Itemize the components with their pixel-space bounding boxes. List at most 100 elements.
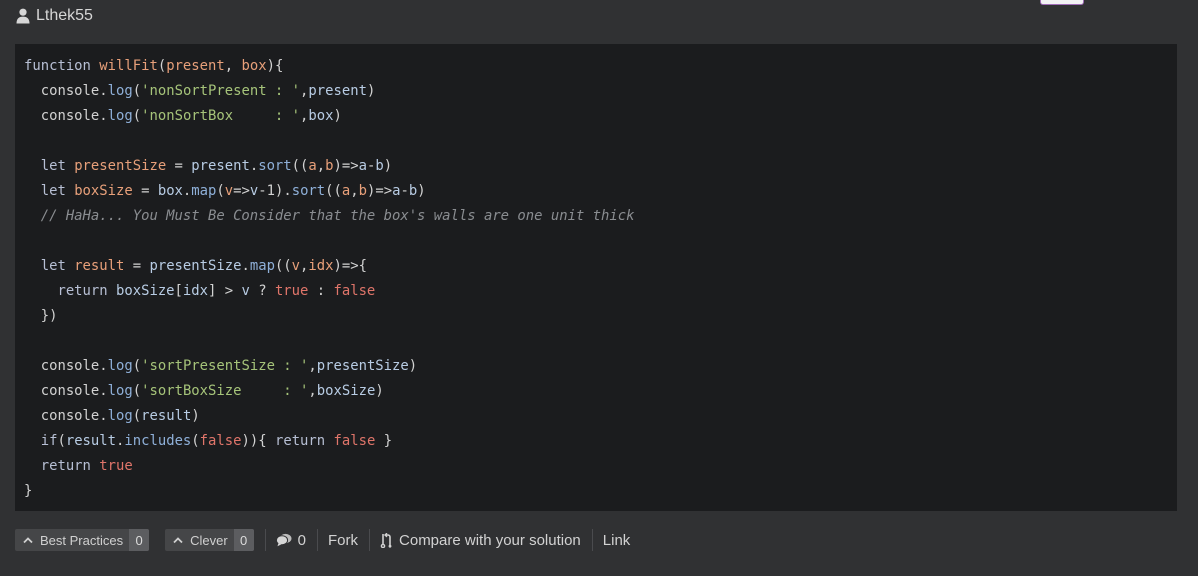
code-token: ) bbox=[191, 408, 200, 424]
code-token: b bbox=[408, 183, 418, 199]
code-token: false bbox=[333, 283, 376, 299]
code-line: } bbox=[24, 479, 1177, 504]
compare-button[interactable]: Compare with your solution bbox=[380, 532, 581, 549]
code-token: v bbox=[291, 258, 301, 274]
code-token: ( bbox=[57, 433, 66, 449]
code-token: - bbox=[400, 183, 409, 199]
code-token: . bbox=[241, 258, 250, 274]
code-token: , bbox=[308, 383, 317, 399]
code-token: }) bbox=[24, 308, 58, 324]
code-token: idx bbox=[182, 283, 209, 299]
code-token: -1). bbox=[258, 183, 292, 199]
code-token: console bbox=[24, 108, 100, 124]
code-token: . bbox=[99, 383, 108, 399]
code-token: )=> bbox=[333, 158, 359, 174]
code-token: = bbox=[132, 183, 158, 199]
code-token: 'nonSortPresent : ' bbox=[141, 83, 301, 99]
best-practices-label: Best Practices bbox=[40, 532, 124, 548]
code-token: boxSize bbox=[116, 283, 175, 299]
clever-label: Clever bbox=[190, 532, 228, 548]
code-token: ? bbox=[249, 283, 275, 299]
code-token: , bbox=[224, 58, 242, 74]
code-token: log bbox=[107, 408, 133, 424]
code-block: function willFit(present, box){ console.… bbox=[15, 44, 1177, 511]
code-token: present bbox=[191, 158, 250, 174]
code-token: presentSize bbox=[74, 158, 167, 174]
code-token: console bbox=[24, 83, 100, 99]
code-token: boxSize bbox=[74, 183, 133, 199]
code-token: } bbox=[375, 433, 393, 449]
code-token: log bbox=[107, 383, 133, 399]
code-token: ) bbox=[375, 383, 384, 399]
code-token: result bbox=[141, 408, 192, 424]
code-token: ( bbox=[157, 58, 167, 74]
clever-button[interactable]: Clever 0 bbox=[165, 529, 254, 551]
code-token: . bbox=[99, 408, 108, 424]
divider bbox=[264, 529, 266, 551]
code-token: ( bbox=[132, 383, 142, 399]
code-token: log bbox=[107, 108, 133, 124]
code-line: let result = presentSize.map((v,idx)=>{ bbox=[24, 254, 1177, 279]
code-token: 'sortBoxSize : ' bbox=[141, 383, 309, 399]
code-line: console.log('sortBoxSize : ',boxSize) bbox=[24, 379, 1177, 404]
code-token: function bbox=[24, 58, 100, 74]
author-username[interactable]: Lthek55 bbox=[36, 7, 93, 25]
code-token: )) bbox=[241, 433, 259, 449]
comments-count: 0 bbox=[297, 531, 307, 549]
code-token: . bbox=[249, 158, 259, 174]
code-token: let bbox=[24, 158, 75, 174]
code-token: )=> bbox=[367, 183, 393, 199]
code-line: return boxSize[idx] > v ? true : false bbox=[24, 279, 1177, 304]
code-token: ) bbox=[383, 158, 393, 174]
chevron-up-icon bbox=[23, 537, 33, 544]
link-button[interactable]: Link bbox=[603, 532, 631, 549]
code-token: ( bbox=[132, 358, 142, 374]
code-token: ( bbox=[216, 183, 225, 199]
compare-icon bbox=[380, 532, 392, 548]
code-token: , bbox=[308, 358, 317, 374]
code-token: map bbox=[249, 258, 275, 274]
code-token: a bbox=[308, 158, 317, 174]
code-token: false bbox=[333, 433, 376, 449]
code-token: ) bbox=[366, 83, 376, 99]
code-token: true bbox=[99, 458, 133, 474]
corner-tab[interactable] bbox=[1040, 0, 1084, 5]
code-token: sort bbox=[258, 158, 292, 174]
code-token: 'sortPresentSize : ' bbox=[141, 358, 309, 374]
code-token: ){ bbox=[266, 58, 284, 74]
code-token: let bbox=[24, 183, 75, 199]
chevron-up-icon bbox=[173, 537, 183, 544]
code-token: . bbox=[99, 108, 108, 124]
fork-button[interactable]: Fork bbox=[328, 532, 358, 549]
code-token: box bbox=[157, 183, 183, 199]
code-token: ( bbox=[132, 83, 142, 99]
code-token: [ bbox=[174, 283, 183, 299]
code-line: return true bbox=[24, 454, 1177, 479]
code-token: . bbox=[99, 83, 108, 99]
code-token: = bbox=[166, 158, 192, 174]
code-token: b bbox=[325, 158, 334, 174]
code-token: log bbox=[107, 358, 133, 374]
code-token: presentSize bbox=[316, 358, 409, 374]
code-token: v bbox=[249, 183, 259, 199]
code-line: // HaHa... You Must Be Consider that the… bbox=[24, 204, 1177, 229]
code-token: ) bbox=[333, 108, 342, 124]
compare-label: Compare with your solution bbox=[399, 531, 581, 549]
comment-icon bbox=[275, 533, 292, 547]
comments-button[interactable]: 0 bbox=[275, 531, 307, 549]
code-token: let bbox=[24, 258, 75, 274]
code-token: willFit bbox=[99, 58, 158, 74]
code-token: => bbox=[233, 183, 250, 199]
code-token: ) bbox=[408, 358, 418, 374]
code-line: console.log('nonSortBox : ',box) bbox=[24, 104, 1177, 129]
code-token: 'nonSortBox : ' bbox=[141, 108, 301, 124]
code-line: function willFit(present, box){ bbox=[24, 54, 1177, 79]
code-line: if(result.includes(false)){ return false… bbox=[24, 429, 1177, 454]
best-practices-button[interactable]: Best Practices 0 bbox=[15, 529, 150, 551]
code-token: boxSize bbox=[316, 383, 376, 399]
code-token: ( bbox=[132, 108, 142, 124]
solution-actions: Best Practices 0 Clever 0 0 Fork Compare… bbox=[15, 528, 641, 552]
code-token: log bbox=[107, 83, 133, 99]
code-token: present bbox=[308, 83, 367, 99]
